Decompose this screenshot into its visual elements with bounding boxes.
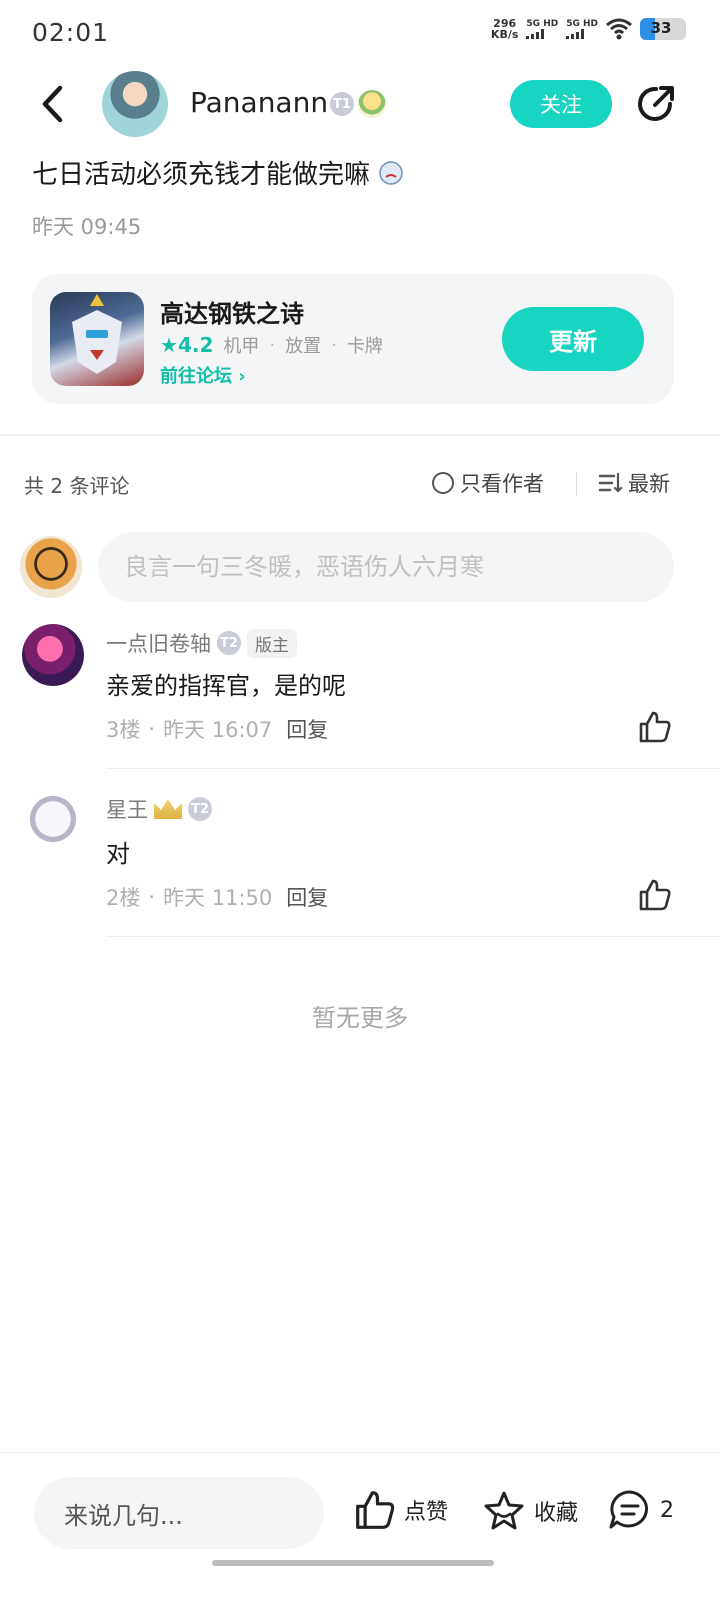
comment-icon — [609, 1490, 649, 1529]
update-button[interactable]: 更新 — [502, 307, 644, 371]
comment-count: 共 2 条评论 — [24, 474, 130, 498]
reply-button[interactable]: 回复 — [286, 714, 328, 744]
post-title: 七日活动必须充钱才能做完嘛 — [32, 154, 404, 191]
comment-divider — [106, 768, 720, 769]
game-tag: 卡牌 — [346, 336, 383, 357]
comment-meta: 2楼 · 昨天 11:50 回复 — [106, 882, 328, 912]
comments-toolbar: 共 2 条评论 只看作者 最新 — [0, 464, 720, 504]
avatar-frame-badge — [358, 90, 386, 118]
commenter-info: 星王 T2 — [106, 794, 212, 824]
comment-input-row — [0, 530, 720, 604]
comments-button[interactable]: 2 — [608, 1489, 674, 1531]
comment-divider — [106, 936, 720, 937]
sort-label: 最新 — [628, 472, 670, 496]
no-more-text: 暂无更多 — [312, 1004, 408, 1032]
forum-link[interactable]: 前往论坛 › — [160, 362, 246, 388]
thumbs-up-icon[interactable] — [638, 878, 672, 912]
thumbs-up-icon — [356, 1491, 395, 1529]
meta-separator: · — [148, 717, 156, 741]
game-rating: ★4.2 — [160, 333, 213, 357]
like-label: 点赞 — [404, 1500, 449, 1525]
chevron-right-icon: › — [238, 366, 246, 387]
commenter-name[interactable]: 星王 — [106, 794, 148, 824]
follow-button[interactable]: 关注 — [510, 80, 612, 128]
author-badges: T1 — [330, 90, 386, 118]
moderator-tag: 版主 — [247, 628, 297, 658]
commenter-avatar[interactable] — [22, 624, 84, 686]
forum-link-label: 前往论坛 — [160, 366, 232, 387]
like-button[interactable]: 点赞 — [354, 1489, 448, 1531]
signal-sim2-icon: 5G HD — [566, 19, 598, 39]
level-badge: T1 — [330, 92, 354, 116]
commenter-info: 一点旧卷轴 T2 版主 — [106, 628, 297, 658]
game-tag: 机甲 — [223, 336, 260, 357]
thumbs-up-icon[interactable] — [638, 710, 672, 744]
author-name[interactable]: Pananann — [190, 86, 328, 119]
game-rating-value: 4.2 — [177, 333, 214, 357]
game-meta: ★4.2 机甲 · 放置 · 卡牌 — [160, 332, 383, 358]
section-divider — [0, 434, 720, 436]
meta-separator: · — [148, 885, 156, 909]
status-bar: 02:01 296 KB/s 5G HD 5G HD 33 — [0, 0, 720, 64]
author-avatar[interactable] — [102, 71, 168, 137]
comment-input[interactable] — [98, 532, 674, 602]
back-icon[interactable] — [36, 82, 72, 126]
favorite-button[interactable]: 收藏 — [482, 1489, 578, 1533]
commenter-avatar[interactable] — [22, 788, 84, 850]
status-icons: 296 KB/s 5G HD 5G HD 33 — [491, 18, 686, 40]
reply-button[interactable]: 回复 — [286, 882, 328, 912]
thinking-emoji-icon — [379, 161, 404, 185]
post-header: Pananann T1 关注 — [0, 64, 720, 144]
bottom-action-bar: 来说几句... 点赞 收藏 2 — [0, 1452, 720, 1600]
comment-item: 一点旧卷轴 T2 版主 亲爱的指挥官，是的呢 3楼 · 昨天 16:07 回复 — [0, 620, 720, 770]
level-badge: T2 — [217, 631, 241, 655]
game-name[interactable]: 高达钢铁之诗 — [160, 294, 304, 329]
star-icon: ★ — [160, 333, 178, 357]
only-author-label: 只看作者 — [460, 472, 544, 496]
comment-meta: 3楼 · 昨天 16:07 回复 — [106, 714, 328, 744]
comment-time: 昨天 11:50 — [163, 886, 273, 910]
tag-separator: · — [269, 334, 276, 356]
my-avatar — [20, 536, 82, 598]
level-badge: T2 — [188, 797, 212, 821]
post-title-text: 七日活动必须充钱才能做完嘛 — [32, 160, 371, 190]
comment-count-badge: 2 — [660, 1497, 674, 1523]
status-time: 02:01 — [32, 18, 110, 47]
network-speed-unit: KB/s — [490, 28, 519, 41]
network-speed: 296 KB/s — [491, 18, 518, 40]
toolbar-separator — [576, 472, 577, 496]
radio-icon — [432, 472, 454, 494]
tag-separator: · — [331, 334, 337, 356]
share-icon[interactable] — [634, 82, 678, 126]
battery-level: 33 — [650, 19, 672, 37]
sort-icon — [598, 472, 622, 493]
favorite-label: 收藏 — [534, 1501, 579, 1526]
comment-text: 亲爱的指挥官，是的呢 — [106, 672, 346, 700]
only-author-toggle[interactable]: 只看作者 — [432, 468, 544, 498]
post-time: 昨天 09:45 — [32, 215, 142, 239]
battery-icon: 33 — [640, 18, 686, 40]
sim1-label: 5G HD — [526, 19, 559, 29]
game-card[interactable]: 高达钢铁之诗 ★4.2 机甲 · 放置 · 卡牌 前往论坛 › 更新 — [32, 274, 674, 404]
commenter-name[interactable]: 一点旧卷轴 — [106, 628, 211, 658]
comment-floor: 2楼 — [106, 886, 141, 910]
sort-button[interactable]: 最新 — [598, 468, 670, 498]
comment-floor: 3楼 — [106, 718, 141, 742]
sim2-label: 5G HD — [566, 19, 598, 29]
comment-text: 对 — [106, 840, 130, 868]
favorite-star-icon — [484, 1491, 524, 1530]
game-tag: 放置 — [285, 336, 322, 357]
comment-time: 昨天 16:07 — [163, 718, 273, 742]
comment-item: 星王 T2 对 2楼 · 昨天 11:50 回复 — [0, 786, 720, 938]
wifi-icon — [606, 18, 632, 40]
say-something-input[interactable]: 来说几句... — [34, 1477, 324, 1549]
home-indicator[interactable] — [212, 1560, 494, 1566]
crown-icon — [154, 799, 182, 819]
game-icon[interactable] — [50, 292, 144, 386]
signal-sim1-icon: 5G HD — [526, 19, 558, 39]
